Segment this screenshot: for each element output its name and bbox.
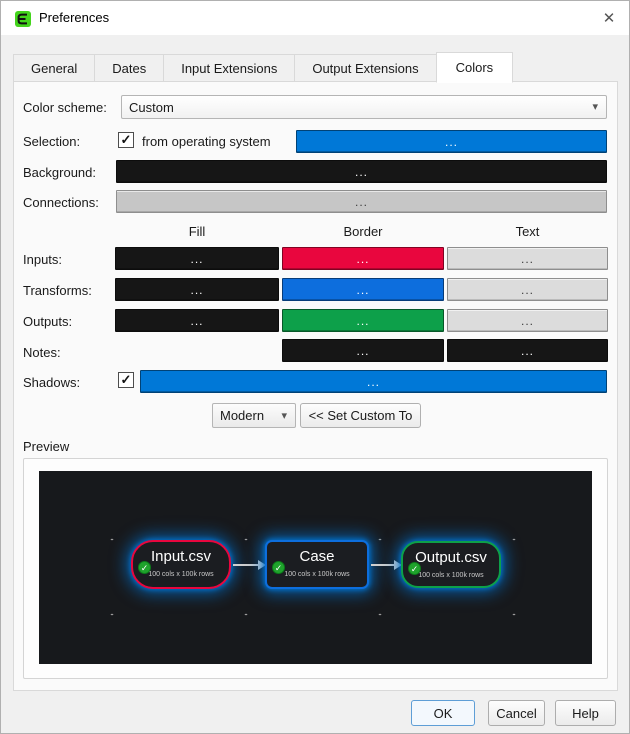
outputs-border-button[interactable]: ... <box>282 309 444 332</box>
success-check-icon: ✓ <box>408 562 421 575</box>
preferences-dialog: Preferences ✕ General Dates Input Extens… <box>0 0 630 734</box>
color-scheme-select[interactable]: Custom ▾ <box>121 95 607 119</box>
shadows-color-button[interactable]: ... <box>140 370 607 393</box>
inputs-label: Inputs: <box>23 252 62 267</box>
preview-label: Preview <box>23 439 69 454</box>
connection-arrow <box>233 564 259 566</box>
notes-label: Notes: <box>23 345 61 360</box>
tab-bar: General Dates Input Extensions Output Ex… <box>13 51 512 82</box>
cancel-button[interactable]: Cancel <box>488 700 545 726</box>
inputs-border-button[interactable]: ... <box>282 247 444 270</box>
preset-scheme-select[interactable]: Modern ▾ <box>212 403 296 428</box>
preview-node-transform: ✓ Case 100 cols x 100k rows <box>265 540 369 589</box>
success-check-icon: ✓ <box>138 561 151 574</box>
background-label: Background: <box>23 165 96 180</box>
success-check-icon: ✓ <box>272 561 285 574</box>
transforms-text-button[interactable]: ... <box>447 278 608 301</box>
set-custom-to-button[interactable]: << Set Custom To <box>300 403 421 428</box>
notes-border-button[interactable]: ... <box>282 339 444 362</box>
inputs-text-button[interactable]: ... <box>447 247 608 270</box>
app-logo-icon <box>15 11 31 27</box>
tab-general[interactable]: General <box>13 54 95 82</box>
shadows-label: Shadows: <box>23 375 80 390</box>
selection-os-checkbox-label: from operating system <box>142 134 271 149</box>
tab-input-extensions[interactable]: Input Extensions <box>163 54 295 82</box>
tab-colors[interactable]: Colors <box>436 52 514 83</box>
color-scheme-label: Color scheme: <box>23 100 107 115</box>
window-title: Preferences <box>39 10 109 25</box>
transforms-border-button[interactable]: ... <box>282 278 444 301</box>
inputs-fill-button[interactable]: ... <box>115 247 279 270</box>
chevron-down-icon: ▾ <box>592 100 598 113</box>
transforms-label: Transforms: <box>23 283 92 298</box>
connections-label: Connections: <box>23 195 99 210</box>
shadows-checkbox[interactable]: ✓ <box>118 372 134 388</box>
background-color-button[interactable]: ... <box>116 160 607 183</box>
preview-node-output: ✓ Output.csv 100 cols x 100k rows <box>401 541 501 588</box>
selection-color-button[interactable]: ... <box>296 130 607 153</box>
color-scheme-value: Custom <box>129 100 174 115</box>
chevron-down-icon: ▾ <box>281 408 287 421</box>
preset-scheme-value: Modern <box>220 408 264 423</box>
selection-label: Selection: <box>23 134 80 149</box>
tab-dates[interactable]: Dates <box>94 54 164 82</box>
column-header-text: Text <box>447 224 608 239</box>
outputs-fill-button[interactable]: ... <box>115 309 279 332</box>
column-header-border: Border <box>282 224 444 239</box>
close-icon[interactable]: ✕ <box>599 9 619 29</box>
titlebar: Preferences ✕ <box>1 1 629 35</box>
column-header-fill: Fill <box>115 224 279 239</box>
outputs-text-button[interactable]: ... <box>447 309 608 332</box>
transforms-fill-button[interactable]: ... <box>115 278 279 301</box>
notes-text-button[interactable]: ... <box>447 339 608 362</box>
tab-output-extensions[interactable]: Output Extensions <box>294 54 436 82</box>
ok-button[interactable]: OK <box>411 700 475 726</box>
preview-node-input: ✓ Input.csv 100 cols x 100k rows <box>131 540 231 589</box>
outputs-label: Outputs: <box>23 314 72 329</box>
connection-arrow <box>371 564 395 566</box>
connections-color-button[interactable]: ... <box>116 190 607 213</box>
preview-canvas: ✓ Input.csv 100 cols x 100k rows ✓ Case … <box>39 471 592 664</box>
help-button[interactable]: Help <box>555 700 616 726</box>
selection-os-checkbox[interactable]: ✓ <box>118 132 134 148</box>
